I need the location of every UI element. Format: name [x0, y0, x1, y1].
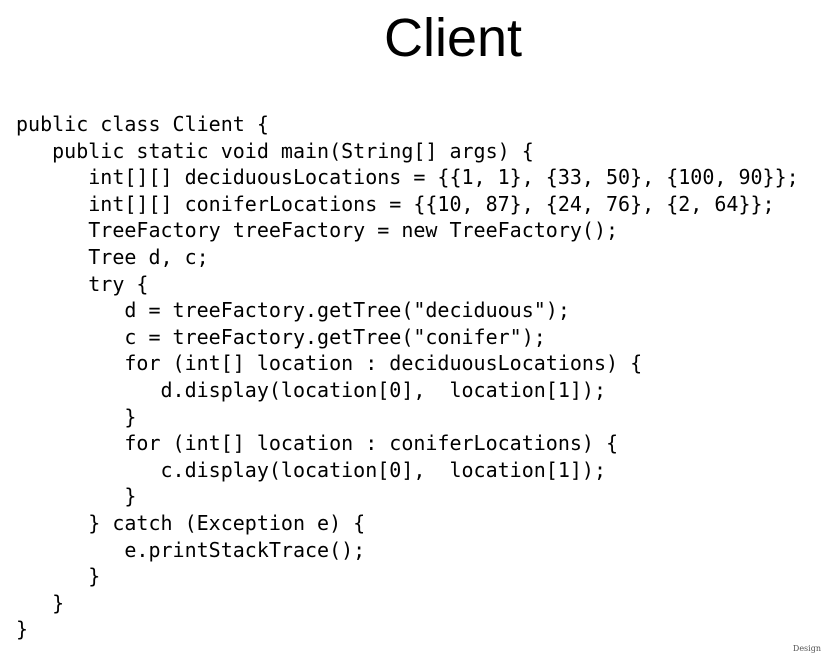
code-line: }: [16, 617, 29, 642]
code-line: int[][] coniferLocations = {{10, 87}, {2…: [16, 191, 775, 216]
code-line: }: [16, 404, 137, 429]
code-line: e.printStackTrace();: [16, 537, 366, 562]
code-line: } catch (Exception e) {: [16, 510, 366, 535]
footer-text: Design: [792, 644, 821, 653]
slide: Client public class Client { public stat…: [0, 0, 821, 653]
code-line: d.display(location[0], location[1]);: [16, 377, 607, 402]
code-line: c.display(location[0], location[1]);: [16, 457, 607, 482]
code-line: public class Client {: [16, 112, 269, 136]
slide-title: Client: [383, 8, 523, 68]
code-line: for (int[] location : deciduousLocations…: [16, 351, 643, 376]
code-line: public static void main(String[] args) {: [16, 138, 534, 163]
code-line: }: [16, 484, 137, 509]
code-line: Tree d, c;: [16, 244, 209, 269]
code-block: public class Client { public static void…: [16, 111, 799, 643]
code-line: for (int[] location : coniferLocations) …: [16, 431, 619, 456]
code-line: TreeFactory treeFactory = new TreeFactor…: [16, 218, 619, 243]
code-line: }: [16, 590, 65, 615]
code-line: }: [16, 564, 101, 589]
code-line: try {: [16, 271, 149, 296]
code-line: d = treeFactory.getTree("deciduous");: [16, 298, 570, 323]
code-line: c = treeFactory.getTree("conifer");: [16, 324, 546, 349]
code-line: int[][] deciduousLocations = {{1, 1}, {3…: [16, 165, 799, 190]
